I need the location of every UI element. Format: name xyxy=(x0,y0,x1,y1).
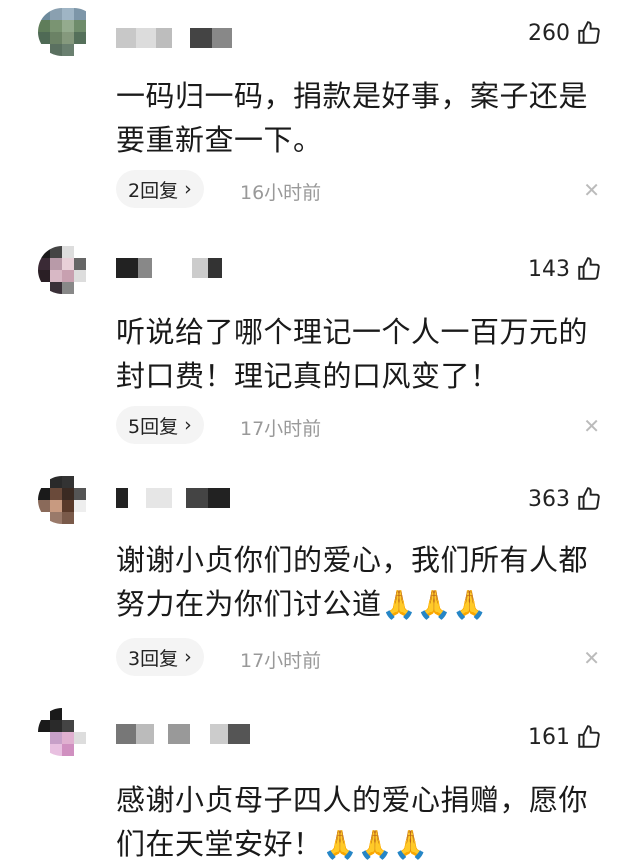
thumb-up-icon xyxy=(578,257,600,280)
close-icon[interactable]: ✕ xyxy=(583,646,600,670)
chevron-right-icon: › xyxy=(184,646,192,668)
username-blurred[interactable] xyxy=(116,724,250,744)
thumb-up-icon xyxy=(578,725,600,748)
like-count[interactable]: 161 xyxy=(528,724,602,750)
chevron-right-icon: › xyxy=(184,414,192,436)
comment-text: 听说给了哪个理记一个人一百万元的封口费！理记真的口风变了！ xyxy=(116,315,589,393)
timestamp: 17小时前 xyxy=(240,650,322,672)
avatar[interactable] xyxy=(38,476,98,524)
comment-text: 一码归一码，捐款是好事，案子还是要重新查一下。 xyxy=(116,79,589,157)
avatar[interactable] xyxy=(38,708,98,756)
username-blurred[interactable] xyxy=(116,28,232,48)
replies-button[interactable]: 2回复 › xyxy=(116,170,204,208)
replies-button[interactable]: 5回复 › xyxy=(116,406,204,444)
pray-emoji: 🙏🙏🙏 xyxy=(381,588,488,621)
username-blurred[interactable] xyxy=(116,488,230,508)
replies-button[interactable]: 3回复 › xyxy=(116,638,204,676)
timestamp: 17小时前 xyxy=(240,418,322,440)
thumb-up-icon xyxy=(578,487,600,510)
close-icon[interactable]: ✕ xyxy=(583,414,600,438)
pray-emoji: 🙏🙏🙏 xyxy=(322,828,429,861)
avatar[interactable] xyxy=(38,8,98,56)
username-blurred[interactable] xyxy=(116,258,222,278)
chevron-right-icon: › xyxy=(184,178,192,200)
comment-text: 谢谢小贞你们的爱心，我们所有人都努力在为你们讨公道🙏🙏🙏 xyxy=(116,543,589,621)
comment-text: 感谢小贞母子四人的爱心捐赠，愿你们在天堂安好！🙏🙏🙏 xyxy=(116,783,589,861)
timestamp: 16小时前 xyxy=(240,182,322,204)
like-count[interactable]: 143 xyxy=(528,256,602,282)
thumb-up-icon xyxy=(578,21,600,44)
like-count[interactable]: 260 xyxy=(528,20,602,46)
avatar[interactable] xyxy=(38,246,98,294)
close-icon[interactable]: ✕ xyxy=(583,178,600,202)
like-count[interactable]: 363 xyxy=(528,486,602,512)
